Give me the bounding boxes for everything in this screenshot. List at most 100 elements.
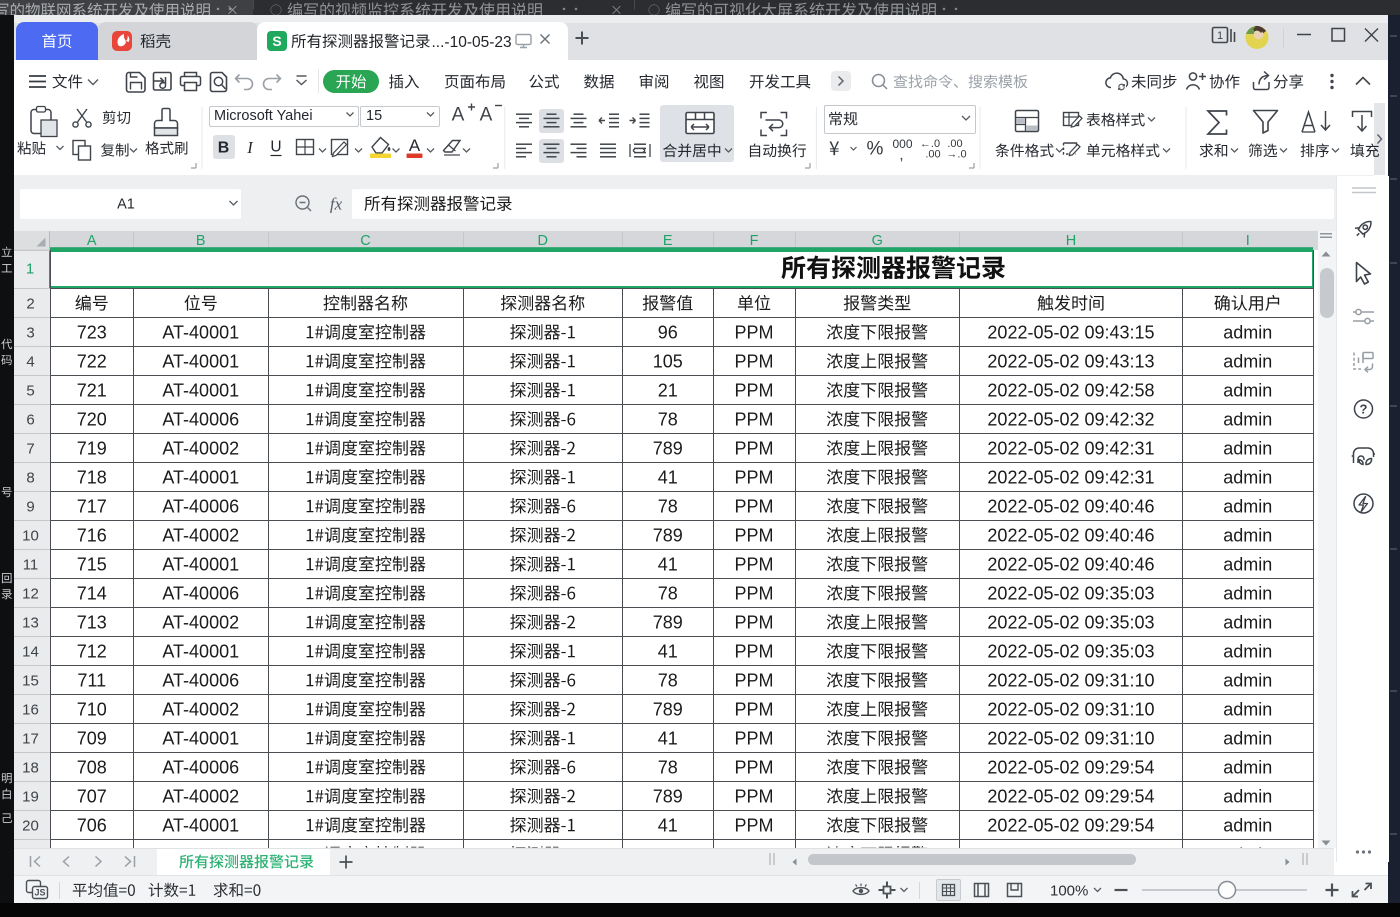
- svg-text:PPM: PPM: [734, 815, 773, 835]
- svg-text:16: 16: [22, 701, 39, 718]
- svg-text:716: 716: [77, 525, 107, 545]
- svg-text:AT-40001: AT-40001: [162, 641, 239, 661]
- svg-text:AT-40001: AT-40001: [162, 467, 239, 487]
- svg-text:AT-40002: AT-40002: [162, 525, 239, 545]
- svg-text:78: 78: [658, 844, 678, 864]
- svg-text:707: 707: [77, 786, 107, 806]
- svg-text:7: 7: [26, 440, 34, 457]
- svg-text:2022-05-02 09:40:46: 2022-05-02 09:40:46: [987, 525, 1154, 545]
- svg-text:21: 21: [658, 380, 678, 400]
- svg-text:PPM: PPM: [734, 380, 773, 400]
- svg-text:2022-05-02 09:42:31: 2022-05-02 09:42:31: [987, 438, 1154, 458]
- svg-text:8: 8: [26, 469, 34, 486]
- svg-text:F: F: [750, 233, 759, 249]
- svg-text:C: C: [360, 233, 370, 249]
- svg-text:2022-05-02 09:42:58: 2022-05-02 09:42:58: [987, 380, 1154, 400]
- svg-text:710: 710: [77, 699, 107, 719]
- svg-text:2022-05-02 09:29:54: 2022-05-02 09:29:54: [987, 786, 1154, 806]
- svg-text:2022-05-02 09:29:54: 2022-05-02 09:29:54: [987, 757, 1154, 777]
- svg-text:admin: admin: [1223, 380, 1272, 400]
- svg-text:PPM: PPM: [734, 351, 773, 371]
- svg-text:789: 789: [653, 699, 683, 719]
- svg-text:AT-40001: AT-40001: [162, 728, 239, 748]
- svg-text:717: 717: [77, 496, 107, 516]
- svg-text:PPM: PPM: [734, 409, 773, 429]
- svg-text:JS: JS: [34, 888, 45, 898]
- svg-text:...-10-05-23: ...-10-05-23: [432, 34, 512, 51]
- svg-text:admin: admin: [1223, 641, 1272, 661]
- svg-text:2022-05-02 09:40:46: 2022-05-02 09:40:46: [987, 496, 1154, 516]
- svg-text:2022-05-02 09:31:10: 2022-05-02 09:31:10: [987, 670, 1154, 690]
- svg-text:PPM: PPM: [734, 699, 773, 719]
- svg-text:2022-05-02 09:31:10: 2022-05-02 09:31:10: [987, 728, 1154, 748]
- svg-text:admin: admin: [1223, 438, 1272, 458]
- svg-text:admin: admin: [1223, 409, 1272, 429]
- svg-text:%: %: [867, 139, 884, 160]
- svg-text:2022-05-02 09:28:46: 2022-05-02 09:28:46: [987, 844, 1154, 864]
- svg-text:A: A: [480, 105, 493, 126]
- svg-text:PPM: PPM: [734, 757, 773, 777]
- svg-text:2022-05-02 09:31:10: 2022-05-02 09:31:10: [987, 699, 1154, 719]
- svg-text:AT-40001: AT-40001: [162, 815, 239, 835]
- svg-text:PPM: PPM: [734, 728, 773, 748]
- svg-text:AT-40006: AT-40006: [162, 844, 239, 864]
- svg-text:2022-05-02 09:29:54: 2022-05-02 09:29:54: [987, 815, 1154, 835]
- svg-text:fx: fx: [330, 195, 343, 214]
- svg-text:78: 78: [658, 757, 678, 777]
- svg-text:admin: admin: [1223, 322, 1272, 342]
- svg-text:5: 5: [26, 382, 34, 399]
- svg-text:789: 789: [653, 438, 683, 458]
- svg-text:720: 720: [77, 409, 107, 429]
- svg-text:admin: admin: [1223, 496, 1272, 516]
- svg-text:10: 10: [22, 527, 39, 544]
- svg-text:AT-40001: AT-40001: [162, 322, 239, 342]
- svg-text:PPM: PPM: [734, 438, 773, 458]
- svg-text:721: 721: [77, 380, 107, 400]
- svg-text:PPM: PPM: [734, 786, 773, 806]
- svg-text:6: 6: [26, 411, 34, 428]
- svg-text:2022-05-02 09:35:03: 2022-05-02 09:35:03: [987, 641, 1154, 661]
- svg-text:AT-40002: AT-40002: [162, 438, 239, 458]
- svg-text:789: 789: [653, 786, 683, 806]
- svg-text:4: 4: [26, 353, 34, 370]
- svg-text:41: 41: [658, 467, 678, 487]
- svg-text:AT-40006: AT-40006: [162, 757, 239, 777]
- svg-text:706: 706: [77, 815, 107, 835]
- svg-text:2: 2: [26, 295, 34, 312]
- svg-text:PPM: PPM: [734, 612, 773, 632]
- svg-text:AT-40001: AT-40001: [162, 380, 239, 400]
- svg-text:2022-05-02 09:43:15: 2022-05-02 09:43:15: [987, 322, 1154, 342]
- svg-text:2022-05-02 09:35:03: 2022-05-02 09:35:03: [987, 583, 1154, 603]
- svg-text:13: 13: [22, 614, 39, 631]
- svg-text:Microsoft Yahei: Microsoft Yahei: [214, 108, 313, 124]
- svg-text:41: 41: [658, 728, 678, 748]
- svg-text:41: 41: [658, 641, 678, 661]
- svg-text:I: I: [246, 138, 254, 157]
- svg-text:718: 718: [77, 467, 107, 487]
- svg-text:B: B: [196, 233, 206, 249]
- svg-text:2022-05-02 09:43:13: 2022-05-02 09:43:13: [987, 351, 1154, 371]
- svg-text:U: U: [270, 139, 281, 156]
- svg-text:12: 12: [22, 585, 39, 602]
- svg-text:PPM: PPM: [734, 467, 773, 487]
- svg-text:100%: 100%: [1050, 882, 1088, 899]
- svg-text:96: 96: [658, 322, 678, 342]
- svg-text:714: 714: [77, 583, 107, 603]
- svg-text:AT-40006: AT-40006: [162, 670, 239, 690]
- svg-text:admin: admin: [1223, 757, 1272, 777]
- svg-text:711: 711: [77, 670, 106, 690]
- svg-text:PPM: PPM: [734, 322, 773, 342]
- svg-text:PPM: PPM: [734, 844, 773, 864]
- svg-text:1: 1: [1217, 30, 1223, 42]
- svg-text:I: I: [1246, 233, 1250, 249]
- svg-text:PPM: PPM: [734, 525, 773, 545]
- svg-text:admin: admin: [1223, 844, 1272, 864]
- svg-text:3: 3: [26, 324, 34, 341]
- svg-text:2022-05-02 09:40:46: 2022-05-02 09:40:46: [987, 554, 1154, 574]
- svg-text:15: 15: [366, 108, 382, 124]
- svg-text:723: 723: [77, 322, 107, 342]
- svg-text:78: 78: [658, 583, 678, 603]
- svg-text:admin: admin: [1223, 786, 1272, 806]
- svg-text:PPM: PPM: [734, 641, 773, 661]
- svg-text:admin: admin: [1223, 728, 1272, 748]
